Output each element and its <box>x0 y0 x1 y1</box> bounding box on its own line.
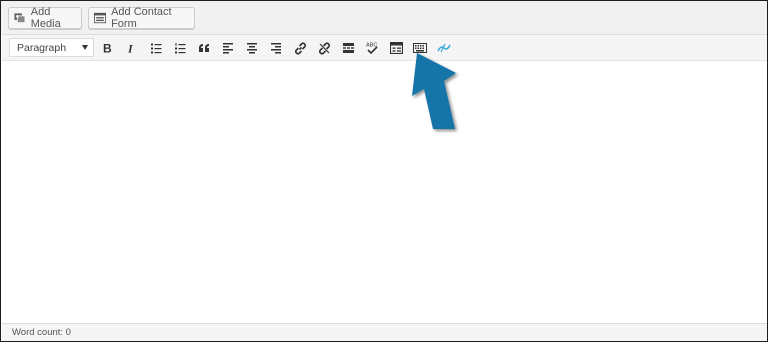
add-media-button[interactable]: Add Media <box>8 6 82 30</box>
read-more-icon <box>342 43 354 53</box>
spellcheck-icon: ABC <box>366 43 378 55</box>
link-icon <box>294 41 306 55</box>
align-center-button[interactable] <box>244 40 260 56</box>
bold-icon: B <box>103 42 112 54</box>
align-left-button[interactable] <box>220 40 236 56</box>
format-select-value: Paragraph <box>17 41 67 54</box>
add-contact-form-button[interactable]: Add Contact Form <box>88 6 195 30</box>
numbered-list-button[interactable] <box>172 40 188 56</box>
add-media-icon <box>14 13 26 24</box>
italic-button[interactable]: I <box>123 40 139 56</box>
chevron-down-icon <box>82 45 88 50</box>
insert-link-button[interactable] <box>292 40 308 56</box>
media-buttons-bar: Add Media Add Contact Form <box>1 1 767 34</box>
align-left-icon <box>223 43 233 54</box>
spellcheck-button[interactable]: ABC <box>364 40 380 56</box>
unlink-icon <box>318 41 330 55</box>
numbered-list-icon <box>175 43 186 54</box>
pointer-arrow-icon <box>412 53 456 129</box>
contact-form-icon <box>94 12 107 24</box>
bold-button[interactable]: B <box>99 40 115 56</box>
bulleted-list-icon <box>151 43 162 54</box>
blockquote-icon <box>199 44 209 52</box>
align-center-icon <box>247 43 257 54</box>
blockquote-button[interactable] <box>196 40 212 56</box>
editor-frame: Add Media Add Contact Form Paragraph B I <box>0 0 768 342</box>
editor-content-area[interactable] <box>2 61 767 323</box>
italic-icon: I <box>127 42 134 54</box>
remove-link-button[interactable] <box>316 40 332 56</box>
bulleted-list-button[interactable] <box>148 40 164 56</box>
align-right-button[interactable] <box>268 40 284 56</box>
read-more-button[interactable] <box>340 40 356 56</box>
add-contact-form-label: Add Contact Form <box>111 6 172 30</box>
align-right-icon <box>271 43 281 54</box>
add-media-label: Add Media <box>30 6 61 30</box>
svg-text:I: I <box>127 42 134 54</box>
paragraph-format-select[interactable]: Paragraph <box>9 38 94 57</box>
word-count: Word count: 0 <box>12 327 71 338</box>
status-bar: Word count: 0 <box>2 323 767 341</box>
editor-toolbar: Paragraph B I ABC <box>2 34 767 61</box>
svg-text:B: B <box>103 42 112 54</box>
